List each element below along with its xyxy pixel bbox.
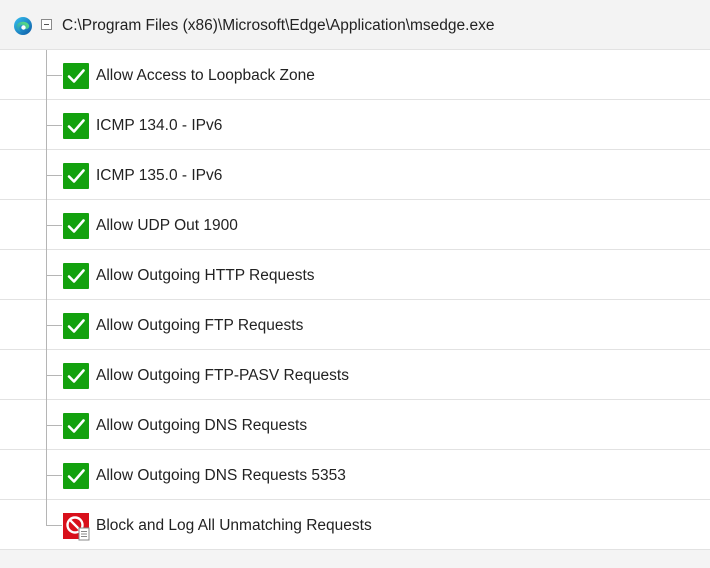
- firewall-rules-tree: C:\Program Files (x86)\Microsoft\Edge\Ap…: [0, 0, 710, 550]
- rule-row[interactable]: Allow Outgoing DNS Requests 5353: [0, 450, 710, 500]
- rule-row[interactable]: Allow Outgoing FTP Requests: [0, 300, 710, 350]
- rule-row[interactable]: Allow Access to Loopback Zone: [0, 50, 710, 100]
- check-icon: [63, 413, 89, 439]
- rule-label: Allow Outgoing DNS Requests: [96, 417, 308, 434]
- rule-row[interactable]: Allow UDP Out 1900: [0, 200, 710, 250]
- rule-label: Block and Log All Unmatching Requests: [96, 517, 372, 534]
- application-path: C:\Program Files (x86)\Microsoft\Edge\Ap…: [62, 17, 495, 34]
- application-node[interactable]: C:\Program Files (x86)\Microsoft\Edge\Ap…: [0, 0, 710, 50]
- collapse-minus-icon[interactable]: [41, 19, 52, 30]
- check-icon: [63, 63, 89, 89]
- check-icon: [63, 313, 89, 339]
- rule-row[interactable]: ICMP 135.0 - IPv6: [0, 150, 710, 200]
- check-icon: [63, 163, 89, 189]
- edge-icon: [13, 16, 33, 36]
- rule-label: Allow Outgoing FTP Requests: [96, 317, 304, 334]
- rule-row[interactable]: ICMP 134.0 - IPv6: [0, 100, 710, 150]
- tree-connector-horizontal: [46, 325, 62, 326]
- rule-label: Allow Access to Loopback Zone: [96, 67, 315, 84]
- tree-connector-horizontal: [46, 525, 62, 526]
- check-icon: [63, 463, 89, 489]
- tree-connector-horizontal: [46, 75, 62, 76]
- tree-connector-horizontal: [46, 375, 62, 376]
- rule-label: Allow Outgoing FTP-PASV Requests: [96, 367, 349, 384]
- rule-row[interactable]: Allow Outgoing DNS Requests: [0, 400, 710, 450]
- rule-label: ICMP 135.0 - IPv6: [96, 167, 223, 184]
- rule-label: Allow Outgoing DNS Requests 5353: [96, 467, 346, 484]
- rule-label: Allow UDP Out 1900: [96, 217, 238, 234]
- check-icon: [63, 363, 89, 389]
- tree-connector-horizontal: [46, 225, 62, 226]
- tree-connector-horizontal: [46, 425, 62, 426]
- block-log-icon: [63, 513, 91, 541]
- tree-connector-horizontal: [46, 275, 62, 276]
- rule-label: ICMP 134.0 - IPv6: [96, 117, 223, 134]
- rule-row[interactable]: Block and Log All Unmatching Requests: [0, 500, 710, 550]
- tree-connector-horizontal: [46, 175, 62, 176]
- rule-row[interactable]: Allow Outgoing HTTP Requests: [0, 250, 710, 300]
- tree-connector-vertical: [46, 500, 47, 526]
- rule-label: Allow Outgoing HTTP Requests: [96, 267, 315, 284]
- check-icon: [63, 113, 89, 139]
- tree-connector-horizontal: [46, 475, 62, 476]
- check-icon: [63, 213, 89, 239]
- check-icon: [63, 263, 89, 289]
- rule-row[interactable]: Allow Outgoing FTP-PASV Requests: [0, 350, 710, 400]
- tree-connector-horizontal: [46, 125, 62, 126]
